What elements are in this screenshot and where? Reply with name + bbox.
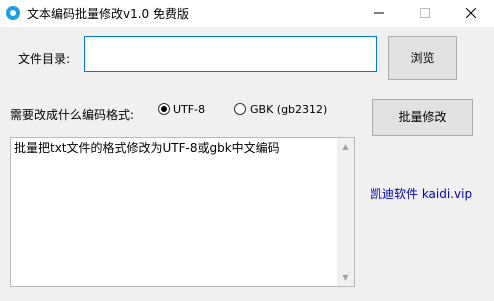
- directory-input[interactable]: [84, 36, 377, 72]
- maximize-button[interactable]: [402, 0, 448, 27]
- radio-utf8[interactable]: [158, 103, 170, 115]
- brand-link[interactable]: 凯迪软件 kaidi.vip: [370, 185, 472, 202]
- encoding-format-label: 需要改成什么编码格式:: [10, 108, 135, 122]
- chevron-down-icon[interactable]: ▼: [337, 269, 354, 286]
- radio-gbk-label[interactable]: GBK (gb2312): [250, 103, 327, 116]
- directory-label: 文件目录:: [18, 52, 71, 66]
- app-logo-icon: [6, 6, 20, 20]
- title-bar[interactable]: 文本编码批量修改v1.0 免费版: [0, 0, 494, 27]
- log-text: 批量把txt文件的格式修改为UTF-8或gbk中文编码: [14, 141, 280, 155]
- browse-button[interactable]: 浏览: [388, 36, 457, 80]
- minimize-icon: [374, 12, 384, 14]
- close-icon: [466, 8, 476, 18]
- minimize-button[interactable]: [356, 0, 402, 27]
- close-button[interactable]: [448, 0, 494, 27]
- window-title: 文本编码批量修改v1.0 免费版: [27, 7, 190, 21]
- batch-modify-button[interactable]: 批量修改: [372, 99, 473, 136]
- radio-gbk[interactable]: [234, 103, 246, 115]
- maximize-icon: [420, 8, 430, 18]
- radio-utf8-label[interactable]: UTF-8: [173, 103, 205, 116]
- chevron-up-icon[interactable]: ▲: [337, 138, 354, 155]
- vertical-scrollbar[interactable]: ▲ ▼: [337, 138, 354, 286]
- log-textarea[interactable]: 批量把txt文件的格式修改为UTF-8或gbk中文编码 ▲ ▼: [10, 137, 355, 287]
